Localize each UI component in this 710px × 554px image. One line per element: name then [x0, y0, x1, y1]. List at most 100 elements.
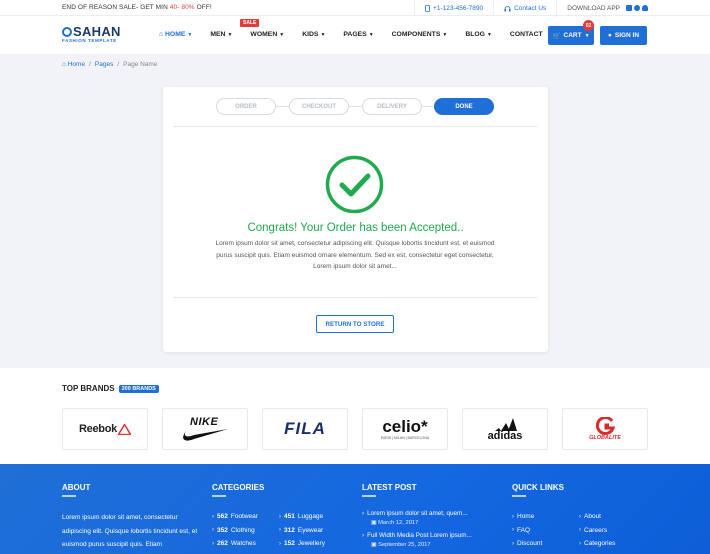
footer-categories-title: CATEGORIES — [212, 483, 265, 497]
top-bar-right: +1-123-456-7890 Contact Us DOWNLOAD APP — [414, 0, 710, 16]
chevron-right-icon: › — [579, 513, 581, 520]
category-link[interactable]: › 312 Eyewear — [279, 524, 325, 538]
quick-link[interactable]: › Careers — [579, 524, 615, 538]
menu-women[interactable]: WOMEN ▼ — [250, 31, 284, 38]
breadcrumb-home[interactable]: ⌂ Home — [62, 61, 85, 68]
menu-components[interactable]: COMPONENTS ▼ — [392, 31, 448, 38]
post-date: ▣ September 25, 2017 — [371, 542, 431, 548]
step-delivery[interactable]: DELIVERY — [362, 98, 422, 115]
brand-logo-fila: FILA — [284, 419, 326, 438]
card-divider-bottom — [173, 297, 537, 298]
chevron-down-icon: ▼ — [486, 32, 492, 38]
phone-link[interactable]: +1-123-456-7890 — [414, 0, 493, 16]
promo-prefix: END OF REASON SALE- GET MIN — [62, 4, 170, 11]
chevron-down-icon: ▼ — [442, 32, 448, 38]
post-link[interactable]: › Lorem ipsum dolor sit amet, quem... — [362, 510, 502, 517]
chevron-right-icon: › — [579, 540, 581, 547]
menu-kids[interactable]: KIDS ▼ — [302, 31, 325, 38]
menu-men[interactable]: MEN ▼ — [210, 31, 232, 38]
brand-fila[interactable]: FILA — [262, 408, 348, 450]
contact-label: Contact Us — [514, 4, 547, 12]
chevron-right-icon: › — [362, 510, 365, 517]
android-icon[interactable] — [642, 5, 648, 11]
brand-reebok[interactable]: Reebok — [62, 408, 148, 450]
promo-highlight: 40- 80% — [169, 4, 195, 11]
chevron-right-icon: › — [512, 513, 514, 520]
checkout-steps: ORDER CHECKOUT DELIVERY DONE — [216, 97, 496, 117]
headset-icon — [504, 5, 511, 11]
menu-blog[interactable]: BLOG ▼ — [465, 31, 492, 38]
phone-icon — [425, 4, 430, 12]
download-label: DOWNLOAD APP — [567, 4, 620, 12]
signin-label: SIGN IN — [614, 32, 640, 39]
breadcrumb-pages[interactable]: Pages — [95, 61, 113, 68]
logo-text: SAHAN — [73, 24, 121, 39]
post-date: ▣ March 12, 2017 — [371, 520, 419, 526]
menu-pages[interactable]: PAGES ▼ — [343, 31, 373, 38]
quick-link[interactable]: › FAQ — [512, 524, 542, 538]
download-app[interactable]: DOWNLOAD APP — [556, 0, 710, 16]
footer-latest-title: LATEST POST — [362, 483, 417, 497]
windows-icon[interactable] — [626, 5, 632, 11]
main-nav: SAHAN FASHION TEMPLATE ⌂ HOME ▼ MEN ▼ WOME… — [0, 16, 710, 54]
chevron-right-icon: › — [279, 527, 281, 534]
post-link[interactable]: › Full Width Media Post Lorem ipsum... — [362, 532, 502, 539]
chevron-down-icon: ▼ — [187, 32, 193, 38]
logo[interactable]: SAHAN FASHION TEMPLATE — [62, 24, 121, 43]
brand-logo-reebok: Reebok — [79, 423, 117, 435]
step-order[interactable]: ORDER — [216, 98, 276, 115]
top-bar: END OF REASON SALE- GET MIN 40- 80% OFF!… — [0, 0, 710, 16]
category-link[interactable]: › 152 Jewellery — [279, 537, 325, 551]
step-checkout[interactable]: CHECKOUT — [289, 98, 349, 115]
phone-number: +1-123-456-7890 — [433, 4, 484, 12]
menu: ⌂ HOME ▼ MEN ▼ WOMEN ▼ KIDS ▼ PAGES ▼ COMPONE… — [159, 31, 561, 38]
reebok-delta-icon — [117, 423, 131, 435]
promo-suffix: OFF! — [194, 4, 212, 11]
app-store-icons — [626, 5, 648, 11]
brand-adidas[interactable]: adidas — [462, 408, 548, 450]
cart-icon: 🛒 — [552, 32, 561, 40]
breadcrumb: ⌂ Home / Pages / Page Name — [62, 61, 157, 68]
footer-quick-links-left: › Home › FAQ › Discount — [512, 510, 542, 551]
brand-logo-globalite: GLOBALITE — [589, 435, 621, 441]
brand-celio[interactable]: celio* PARIS | MILAN | BARCELONA — [362, 408, 448, 450]
user-icon: ● — [607, 32, 612, 39]
brands-count-badge: 200 BRANDS — [118, 384, 159, 393]
category-link[interactable]: › 262 Watches — [212, 537, 258, 551]
quick-link[interactable]: › Discount — [512, 537, 542, 551]
chevron-down-icon: ▼ — [320, 32, 326, 38]
menu-contact[interactable]: CONTACT — [510, 31, 543, 38]
globalite-g-icon — [595, 417, 615, 435]
category-link[interactable]: › 451 Luggage — [279, 510, 325, 524]
chevron-right-icon: › — [212, 527, 214, 534]
quick-link[interactable]: › Categories — [579, 537, 615, 551]
nike-logo: NIKE — [180, 416, 230, 442]
category-link[interactable]: › 352 Clothing — [212, 524, 258, 538]
quick-link[interactable]: › About — [579, 510, 615, 524]
chevron-down-icon: ▼ — [227, 32, 233, 38]
apple-icon[interactable] — [634, 5, 640, 11]
chevron-right-icon: › — [362, 532, 365, 539]
menu-home[interactable]: ⌂ HOME ▼ — [159, 31, 192, 38]
quick-link[interactable]: › Home — [512, 510, 542, 524]
footer-quick-links-right: › About › Careers › Categories — [579, 510, 615, 551]
brand-nike[interactable]: NIKE — [162, 408, 248, 450]
brands-title: TOP BRANDS — [62, 384, 115, 393]
promo-text: END OF REASON SALE- GET MIN 40- 80% OFF! — [62, 4, 212, 11]
success-title: Congrats! Your Order has been Accepted.. — [247, 222, 464, 234]
chevron-right-icon: › — [579, 527, 581, 534]
footer-about-text: Lorem ipsum dolor sit amet, consectetur … — [62, 514, 198, 548]
chevron-right-icon: › — [512, 527, 514, 534]
breadcrumb-separator: / — [117, 61, 120, 68]
category-link[interactable]: › 562 Footwear — [212, 510, 258, 524]
step-done[interactable]: DONE — [434, 98, 494, 115]
success-description: Lorem ipsum dolor sit amet, consectetur … — [215, 240, 495, 270]
contact-link[interactable]: Contact Us — [493, 0, 556, 16]
signin-button[interactable]: ● SIGN IN — [600, 26, 647, 45]
brand-globalite[interactable]: GLOBALITE — [562, 408, 648, 450]
return-to-store-button[interactable]: RETURN TO STORE — [316, 315, 394, 333]
footer-categories-left: › 562 Footwear › 352 Clothing › 262 Watches — [212, 510, 258, 551]
breadcrumb-separator: / — [89, 61, 91, 68]
brands-heading: TOP BRANDS 200 BRANDS — [62, 384, 159, 393]
footer-categories-right: › 451 Luggage › 312 Eyewear › 152 Jewellery — [279, 510, 325, 551]
